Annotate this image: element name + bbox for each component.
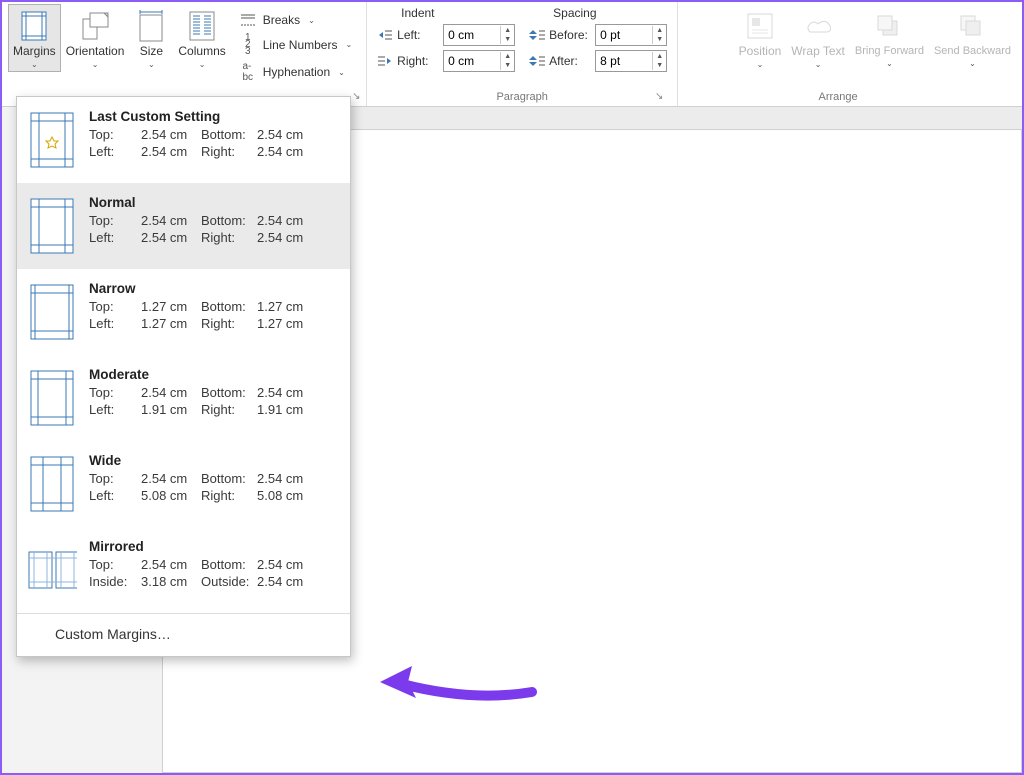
paragraph-group: Indent Left: ▲▼ Right: ▲▼ Spacing Before… xyxy=(367,2,678,106)
chevron-down-icon: ⌄ xyxy=(148,60,155,69)
wrap-text-icon xyxy=(804,9,832,43)
spacing-before-input[interactable] xyxy=(596,28,652,42)
chevron-down-icon: ⌄ xyxy=(969,59,976,68)
arrange-group: Position ⌄ Wrap Text ⌄ Bring Forward ⌄ S… xyxy=(678,2,1022,106)
indent-left-input[interactable] xyxy=(444,28,500,42)
preset-title: Last Custom Setting xyxy=(89,109,338,124)
margins-preset-mirrored[interactable]: MirroredTop:2.54 cmBottom:2.54 cmInside:… xyxy=(17,527,350,613)
preset-title: Mirrored xyxy=(89,539,338,554)
margins-preset-last-custom-setting[interactable]: Last Custom SettingTop:2.54 cmBottom:2.5… xyxy=(17,97,350,183)
margins-preset-narrow[interactable]: NarrowTop:1.27 cmBottom:1.27 cmLeft:1.27… xyxy=(17,269,350,355)
line-numbers-icon: 123 xyxy=(239,34,257,55)
orientation-icon xyxy=(80,9,110,43)
size-button[interactable]: Size ⌄ xyxy=(129,4,173,72)
wrap-text-button[interactable]: Wrap Text ⌄ xyxy=(786,4,850,72)
send-backward-icon xyxy=(958,9,986,43)
margin-preset-icon xyxy=(27,453,77,515)
margin-preset-icon xyxy=(27,281,77,343)
ribbon: Margins ⌄ Orientation ⌄ Size ⌄ Columns ⌄ xyxy=(2,2,1022,107)
margin-preset-icon xyxy=(27,109,77,171)
line-numbers-button[interactable]: 123 Line Numbers ⌄ xyxy=(235,32,356,57)
margins-button[interactable]: Margins ⌄ xyxy=(8,4,61,72)
bring-forward-button[interactable]: Bring Forward ⌄ xyxy=(850,4,929,71)
position-icon xyxy=(746,9,774,43)
breaks-button[interactable]: Breaks ⌄ xyxy=(235,10,356,30)
margin-preset-icon xyxy=(27,195,77,257)
margins-preset-normal[interactable]: NormalTop:2.54 cmBottom:2.54 cmLeft:2.54… xyxy=(17,183,350,269)
preset-title: Narrow xyxy=(89,281,338,296)
spacing-before-spinbox[interactable]: ▲▼ xyxy=(595,24,667,46)
columns-icon xyxy=(189,9,215,43)
margins-icon xyxy=(20,9,48,43)
preset-title: Moderate xyxy=(89,367,338,382)
chevron-down-icon: ⌄ xyxy=(31,60,38,69)
paragraph-launcher[interactable]: ↘ xyxy=(653,91,665,103)
page-setup-stack: Breaks ⌄ 123 Line Numbers ⌄ a-bc Hyphena… xyxy=(231,4,360,87)
indent-heading: Indent xyxy=(377,6,515,22)
preset-title: Normal xyxy=(89,195,338,210)
indent-right-spinbox[interactable]: ▲▼ xyxy=(443,50,515,72)
columns-button[interactable]: Columns ⌄ xyxy=(173,4,230,72)
spacing-heading: Spacing xyxy=(529,6,667,22)
hyphenation-button[interactable]: a-bc Hyphenation ⌄ xyxy=(235,59,356,85)
margin-preset-icon xyxy=(27,367,77,429)
chevron-down-icon: ⌄ xyxy=(308,16,315,25)
spacing-after-icon xyxy=(529,54,545,68)
spacing-before-icon xyxy=(529,28,545,42)
indent-left-icon xyxy=(377,28,393,42)
indent-right-icon xyxy=(377,54,393,68)
annotation-arrow xyxy=(372,652,542,712)
chevron-down-icon: ⌄ xyxy=(92,60,99,69)
custom-margins-item[interactable]: Custom Margins… xyxy=(17,614,350,656)
chevron-down-icon: ⌄ xyxy=(199,60,206,69)
chevron-down-icon: ⌄ xyxy=(815,60,822,69)
send-backward-button[interactable]: Send Backward ⌄ xyxy=(929,4,1016,71)
margins-preset-moderate[interactable]: ModerateTop:2.54 cmBottom:2.54 cmLeft:1.… xyxy=(17,355,350,441)
orientation-button[interactable]: Orientation ⌄ xyxy=(61,4,130,72)
spacing-after-input[interactable] xyxy=(596,54,652,68)
margin-preset-icon xyxy=(27,539,77,601)
chevron-down-icon: ⌄ xyxy=(338,68,345,77)
margins-preset-wide[interactable]: WideTop:2.54 cmBottom:2.54 cmLeft:5.08 c… xyxy=(17,441,350,527)
chevron-down-icon: ⌄ xyxy=(345,40,352,49)
size-icon xyxy=(138,9,164,43)
spacing-after-spinbox[interactable]: ▲▼ xyxy=(595,50,667,72)
page-setup-group: Margins ⌄ Orientation ⌄ Size ⌄ Columns ⌄ xyxy=(2,2,367,106)
hyphenation-icon: a-bc xyxy=(239,61,257,83)
bring-forward-icon xyxy=(875,9,903,43)
preset-title: Wide xyxy=(89,453,338,468)
page-setup-launcher[interactable]: ↘ xyxy=(352,91,364,103)
chevron-down-icon: ⌄ xyxy=(886,59,893,68)
chevron-down-icon: ⌄ xyxy=(757,60,764,69)
indent-right-input[interactable] xyxy=(444,54,500,68)
indent-left-spinbox[interactable]: ▲▼ xyxy=(443,24,515,46)
margins-dropdown: Last Custom SettingTop:2.54 cmBottom:2.5… xyxy=(16,96,351,657)
breaks-icon xyxy=(239,12,257,28)
position-button[interactable]: Position ⌄ xyxy=(734,4,787,72)
